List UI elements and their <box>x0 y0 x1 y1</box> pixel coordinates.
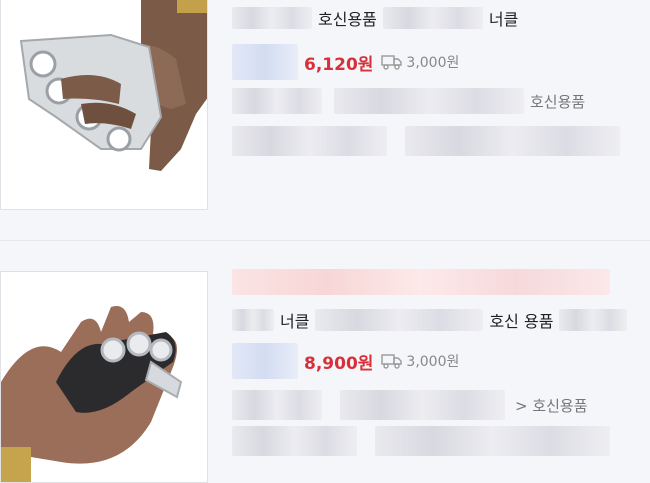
price-text: 6,120원 <box>304 54 374 75</box>
hand-knuckle-illustration <box>19 0 207 171</box>
hand-knuckle-illustration <box>1 306 183 482</box>
masked-text <box>405 126 620 156</box>
masked-text <box>559 309 628 331</box>
masked-text <box>382 7 483 29</box>
title-text-knuckle: 너클 <box>280 312 310 331</box>
price-row: 8,900원 3,000원 <box>232 343 459 379</box>
masked-badge <box>232 44 298 80</box>
masked-info-row <box>232 426 610 456</box>
shipping-fee-text: 3,000원 <box>406 354 460 370</box>
masked-text <box>232 390 322 420</box>
product-title[interactable]: 호신용품 너클 <box>232 6 524 30</box>
title-text-knuckle: 너클 <box>488 10 519 29</box>
masked-text <box>232 426 357 456</box>
product-card-1[interactable]: 호신용품 너클 6,120원 3,000원 호신용품 <box>0 0 650 240</box>
title-text-hoshin-yongpum: 호신 용품 <box>489 312 554 331</box>
masked-text <box>232 88 322 114</box>
masked-text <box>232 309 274 331</box>
masked-text <box>232 126 387 156</box>
truck-icon <box>381 55 403 70</box>
seller-category-row: 호신용품 <box>232 88 591 114</box>
shipping-fee: 3,000원 <box>381 351 459 371</box>
promo-banner-masked[interactable] <box>232 269 610 295</box>
price-text: 8,900원 <box>304 353 374 374</box>
masked-info-row <box>232 126 620 156</box>
masked-text <box>232 7 312 29</box>
masked-text <box>315 309 484 331</box>
title-text-hoshin: 호신용품 <box>318 10 377 29</box>
shipping-fee: 3,000원 <box>381 52 459 72</box>
masked-text <box>232 269 610 295</box>
category-text[interactable]: 호신용품 <box>530 91 585 112</box>
shipping-fee-text: 3,000원 <box>406 55 460 71</box>
product-title[interactable]: 너클 호신 용품 <box>232 308 628 332</box>
product-card-2[interactable]: 너클 호신 용품 8,900원 3,000원 > 호신용품 <box>0 241 650 483</box>
category-text[interactable]: > 호신용품 <box>515 395 588 416</box>
product-image-knuckle-black[interactable] <box>0 271 208 483</box>
masked-text <box>334 88 524 114</box>
truck-icon <box>381 354 403 369</box>
masked-text <box>375 426 610 456</box>
product-image-knuckle-silver[interactable] <box>0 0 208 210</box>
seller-category-row: > 호신용품 <box>232 390 594 420</box>
price-row: 6,120원 3,000원 <box>232 44 459 80</box>
masked-badge <box>232 343 298 379</box>
masked-text <box>340 390 505 420</box>
